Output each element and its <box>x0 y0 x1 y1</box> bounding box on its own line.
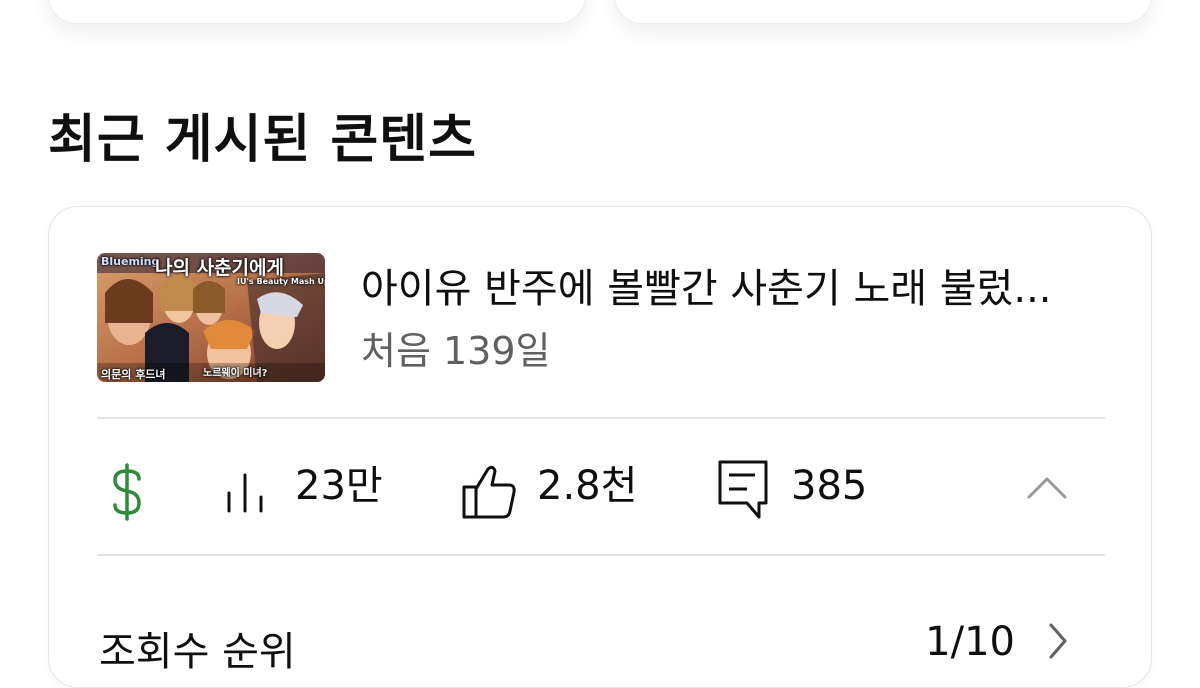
divider <box>97 554 1105 556</box>
comments-count: 385 <box>791 463 868 509</box>
thumbnail-caption-left: 의문의 후드녀 <box>101 368 166 381</box>
video-title[interactable]: 아이유 반주에 볼빨간 사춘기 노래 불렀... <box>361 263 1101 315</box>
likes-count: 2.8천 <box>537 463 638 509</box>
bar-chart-icon <box>225 471 269 517</box>
top-card-right[interactable] <box>614 0 1152 24</box>
thumbnail-title-text: 나의 사춘기에게 <box>155 257 284 279</box>
thumbnail-caption-right: 노르웨이 미녀? <box>203 368 268 379</box>
views-count: 23만 <box>295 463 383 509</box>
ranking-value: 1/10 <box>925 619 1015 665</box>
ranking-label: 조회수 순위 <box>99 629 296 675</box>
video-thumbnail[interactable]: Blueming 나의 사춘기에게 IU's Beauty Mash Up 의문… <box>97 253 325 382</box>
dollar-icon <box>107 463 147 525</box>
top-card-left[interactable] <box>48 0 586 24</box>
chevron-right-icon[interactable] <box>1047 621 1069 665</box>
comment-icon <box>717 459 769 525</box>
section-title: 최근 게시된 콘텐츠 <box>48 110 477 170</box>
thumbnail-sub-text: IU's Beauty Mash Up <box>237 277 325 286</box>
thumbs-up-icon <box>461 463 517 525</box>
stats-row: 23만 2.8천 385 <box>49 417 1151 554</box>
video-meta: 처음 139일 <box>361 329 551 373</box>
thumbnail-top-text: Blueming <box>101 255 160 268</box>
recent-content-card: Blueming 나의 사춘기에게 IU's Beauty Mash Up 의문… <box>48 206 1152 688</box>
chevron-up-icon[interactable] <box>1027 475 1067 505</box>
